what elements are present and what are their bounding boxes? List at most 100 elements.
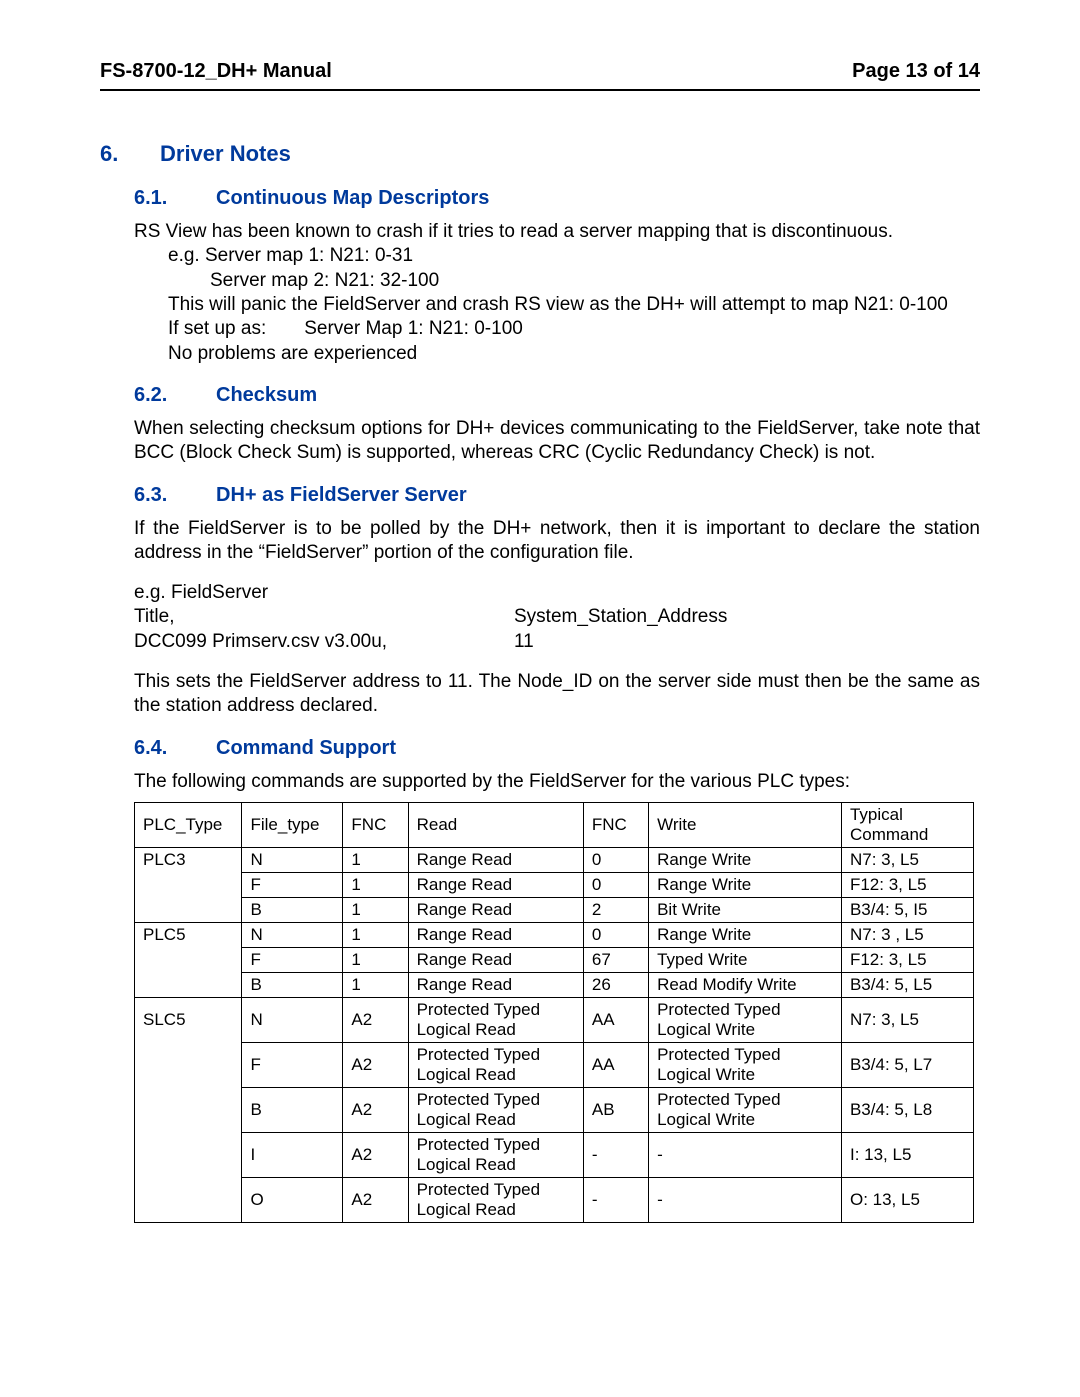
heading-6-4: 6.4. Command Support [100,737,980,760]
cell-write: Typed Write [649,948,842,973]
cell-fnc-write: 0 [583,923,648,948]
th-fnc-1: FNC [343,803,408,848]
table-row: B1Range Read26Read Modify WriteB3/4: 5, … [135,973,974,998]
cell-fnc-write: AA [583,1043,648,1088]
cell-file-type: B [242,973,343,998]
section-6-1-p3: If set up as: Server Map 1: N21: 0-100 [100,317,980,341]
th-typical: Typical Command [841,803,973,848]
heading-6-2: 6.2. Checksum [100,384,980,407]
cell-plc-type: PLC5 [135,923,242,948]
cell-read: Range Read [408,973,583,998]
cell-plc-type [135,1088,242,1133]
cell-fnc-write: AA [583,998,648,1043]
config-col1-title: Title, [134,605,514,629]
cell-file-type: B [242,898,343,923]
cell-read: Protected Typed Logical Read [408,1088,583,1133]
table-header-row: PLC_Type File_type FNC Read FNC Write Ty… [135,803,974,848]
table-row: BA2Protected Typed Logical ReadABProtect… [135,1088,974,1133]
cell-file-type: F [242,873,343,898]
cell-typical: F12: 3, L5 [841,948,973,973]
table-row: B1Range Read2Bit WriteB3/4: 5, I5 [135,898,974,923]
cell-write: Range Write [649,873,842,898]
cell-file-type: B [242,1088,343,1133]
cell-file-type: F [242,948,343,973]
heading-6-4-title: Command Support [216,737,396,760]
page-header: FS-8700-12_DH+ Manual Page 13 of 14 [100,60,980,91]
heading-6-4-number: 6.4. [134,737,216,760]
heading-6-number: 6. [100,141,160,167]
cell-write: Protected Typed Logical Write [649,998,842,1043]
cell-file-type: O [242,1178,343,1223]
table-row: IA2Protected Typed Logical Read--I: 13, … [135,1133,974,1178]
cell-write: Bit Write [649,898,842,923]
cell-plc-type [135,948,242,973]
table-row: OA2Protected Typed Logical Read--O: 13, … [135,1178,974,1223]
cell-fnc-read: 1 [343,898,408,923]
table-row: FA2Protected Typed Logical ReadAAProtect… [135,1043,974,1088]
cell-typical: F12: 3, L5 [841,873,973,898]
section-6-1-eg2: Server map 2: N21: 32-100 [100,269,980,293]
cell-read: Range Read [408,848,583,873]
table-row: F1Range Read67Typed WriteF12: 3, L5 [135,948,974,973]
cell-fnc-write: 26 [583,973,648,998]
cell-write: Protected Typed Logical Write [649,1043,842,1088]
cell-fnc-write: - [583,1133,648,1178]
cell-fnc-write: - [583,1178,648,1223]
cell-write: Read Modify Write [649,973,842,998]
cell-plc-type [135,1043,242,1088]
cell-read: Range Read [408,948,583,973]
heading-6: 6. Driver Notes [100,141,980,167]
section-6-1-p1: RS View has been known to crash if it tr… [100,220,980,244]
section-6-4-p1: The following commands are supported by … [100,770,980,794]
section-6-1-p2: This will panic the FieldServer and cras… [100,293,980,317]
heading-6-3-title: DH+ as FieldServer Server [216,484,467,507]
cell-typical: B3/4: 5, L5 [841,973,973,998]
cell-read: Protected Typed Logical Read [408,1178,583,1223]
cell-fnc-read: A2 [343,1133,408,1178]
cell-plc-type [135,1133,242,1178]
section-6-1-eg1: e.g. Server map 1: N21: 0-31 [100,244,980,268]
cell-plc-type [135,973,242,998]
cell-read: Range Read [408,873,583,898]
section-6-3-config-values: DCC099 Primserv.csv v3.00u, 11 [100,630,980,654]
cell-fnc-read: 1 [343,848,408,873]
heading-6-3-number: 6.3. [134,484,216,507]
section-6-3-p1: If the FieldServer is to be polled by th… [100,517,980,566]
cell-read: Protected Typed Logical Read [408,1133,583,1178]
cell-fnc-write: AB [583,1088,648,1133]
cell-write: - [649,1178,842,1223]
cell-plc-type [135,1178,242,1223]
cell-fnc-write: 2 [583,898,648,923]
cell-plc-type [135,898,242,923]
cell-fnc-read: A2 [343,1178,408,1223]
cell-typical: I: 13, L5 [841,1133,973,1178]
cell-read: Range Read [408,923,583,948]
section-6-3-config-headers: Title, System_Station_Address [100,605,980,629]
table-row: F1Range Read0Range WriteF12: 3, L5 [135,873,974,898]
cell-write: Range Write [649,848,842,873]
cell-plc-type: PLC3 [135,848,242,873]
cell-read: Range Read [408,898,583,923]
cell-typical: B3/4: 5, L8 [841,1088,973,1133]
cell-plc-type: SLC5 [135,998,242,1043]
section-6-3-p2: This sets the FieldServer address to 11.… [100,670,980,719]
cell-write: Range Write [649,923,842,948]
cell-file-type: F [242,1043,343,1088]
cell-write: Protected Typed Logical Write [649,1088,842,1133]
th-plc-type: PLC_Type [135,803,242,848]
cell-fnc-write: 0 [583,873,648,898]
th-write: Write [649,803,842,848]
cell-file-type: N [242,923,343,948]
cell-typical: N7: 3 , L5 [841,923,973,948]
th-fnc-2: FNC [583,803,648,848]
heading-6-1-number: 6.1. [134,187,216,210]
cell-fnc-read: 1 [343,923,408,948]
heading-6-3: 6.3. DH+ as FieldServer Server [100,484,980,507]
table-row: PLC3N1Range Read0Range WriteN7: 3, L5 [135,848,974,873]
heading-6-2-title: Checksum [216,384,317,407]
config-col2-value: 11 [514,630,980,654]
heading-6-1: 6.1. Continuous Map Descriptors [100,187,980,210]
config-col2-title: System_Station_Address [514,605,980,629]
cell-fnc-read: 1 [343,973,408,998]
heading-6-title: Driver Notes [160,141,291,167]
